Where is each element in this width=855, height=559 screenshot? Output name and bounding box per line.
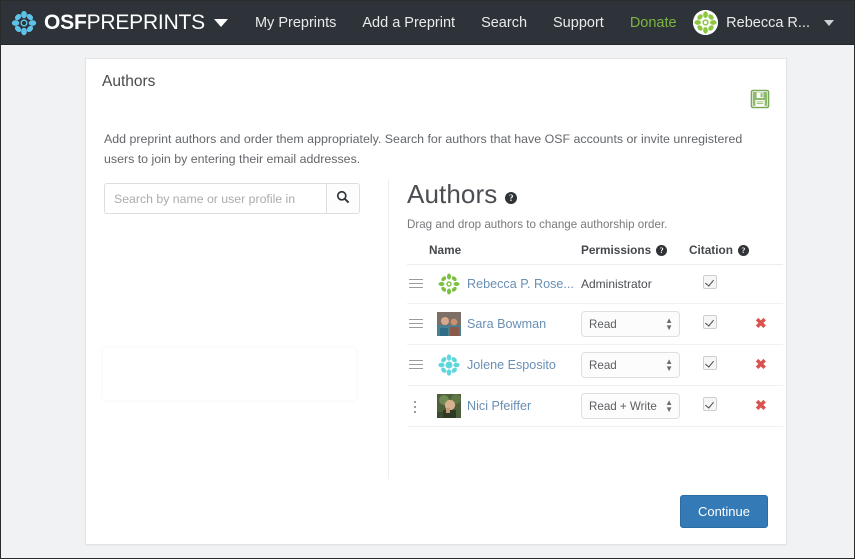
citation-checkbox[interactable]	[703, 274, 717, 289]
column-handle	[407, 243, 429, 265]
authors-list-column: Authors ? Drag and drop authors to chang…	[388, 179, 783, 479]
page-title: Authors	[102, 73, 156, 90]
table-row: Sara Bowman Read ▲ ▼ ✖	[407, 303, 783, 345]
permission-static-value: Administrator	[581, 277, 652, 291]
row-citation-cell	[689, 385, 755, 427]
question-mark-help-icon[interactable]: ?	[656, 244, 668, 256]
brand-home-link[interactable]: OSFPREPRINTS	[11, 10, 205, 36]
brand-strong: OSF	[44, 10, 87, 34]
row-citation-cell	[689, 303, 755, 345]
column-citation-label: Citation	[689, 243, 733, 257]
citation-checkbox[interactable]	[703, 314, 717, 329]
search-input[interactable]	[104, 183, 326, 214]
osf-flower-logo-icon	[11, 10, 37, 36]
caret-down-icon[interactable]	[824, 19, 834, 26]
row-citation-cell	[689, 264, 755, 304]
caret-down-icon[interactable]	[213, 18, 228, 27]
permission-select[interactable]: Read + Write	[581, 393, 680, 419]
photo-avatar	[437, 312, 461, 336]
column-citation: Citation ?	[689, 243, 755, 265]
nav-donate[interactable]: Donate	[617, 9, 690, 37]
remove-x-icon[interactable]: ✖	[755, 356, 767, 372]
author-search-column	[104, 183, 386, 214]
column-remove	[755, 243, 783, 265]
column-permissions-label: Permissions	[581, 243, 652, 257]
drag-handle-dots-icon[interactable]	[409, 400, 423, 413]
nav-add-a-preprint[interactable]: Add a Preprint	[349, 9, 468, 37]
question-mark-help-icon[interactable]: ?	[737, 244, 749, 256]
row-handle-cell[interactable]	[407, 303, 429, 345]
nav-support[interactable]: Support	[540, 9, 617, 37]
save-floppy-disk-icon[interactable]	[750, 89, 770, 109]
top-navbar: OSFPREPRINTS My Preprints Add a Preprint…	[1, 1, 854, 45]
authors-heading: Authors	[407, 179, 498, 209]
search-icon	[336, 190, 350, 207]
row-name-cell: Rebecca P. Rose...	[429, 264, 581, 304]
row-remove-cell: ✖	[755, 385, 783, 427]
row-name-cell: Jolene Esposito	[429, 344, 581, 386]
column-permissions: Permissions ?	[581, 243, 689, 265]
brand-title: OSFPREPRINTS	[44, 11, 205, 35]
remove-x-icon[interactable]: ✖	[755, 315, 767, 331]
nav-my-preprints[interactable]: My Preprints	[242, 9, 349, 37]
row-handle-cell[interactable]	[407, 344, 429, 386]
author-search-group	[104, 183, 360, 214]
row-permission-cell: Read ▲ ▼	[581, 344, 689, 386]
row-citation-cell	[689, 344, 755, 386]
user-avatar-identicon	[693, 10, 719, 35]
column-name: Name	[429, 243, 581, 265]
row-permission-cell: Read + Write ▲ ▼	[581, 385, 689, 427]
drag-drop-hint: Drag and drop authors to change authorsh…	[407, 218, 668, 231]
author-name-link[interactable]: Rebecca P. Rose...	[467, 277, 574, 291]
drag-handle-icon[interactable]	[409, 318, 423, 330]
authors-table-header: Name Permissions ? Citation ?	[407, 243, 783, 265]
continue-button[interactable]: Continue	[679, 495, 768, 528]
citation-checkbox[interactable]	[703, 355, 717, 370]
row-remove-cell	[755, 264, 783, 304]
row-permission-cell: Read ▲ ▼	[581, 303, 689, 345]
photo-avatar	[437, 394, 461, 418]
authors-heading-row: Authors ?	[407, 179, 776, 210]
authors-card: Authors Add preprint authors and order t…	[85, 58, 787, 545]
question-mark-help-icon[interactable]: ?	[505, 191, 518, 204]
search-button[interactable]	[326, 183, 360, 214]
table-row: Jolene Esposito Read ▲ ▼ ✖	[407, 344, 783, 386]
brand-thin: PREPRINTS	[86, 10, 206, 34]
osf-identicon-avatar	[437, 272, 461, 296]
drag-handle-icon[interactable]	[409, 359, 423, 371]
nav-links: My Preprints Add a Preprint Search Suppo…	[242, 9, 690, 37]
row-name-cell: Sara Bowman	[429, 303, 581, 345]
permission-select[interactable]: Read	[581, 352, 680, 378]
table-row: Rebecca P. Rose... Administrator	[407, 264, 783, 304]
remove-x-icon[interactable]: ✖	[755, 397, 767, 413]
user-menu-label: Rebecca R...	[726, 14, 810, 31]
author-drop-zone[interactable]	[102, 347, 357, 401]
nav-search[interactable]: Search	[468, 9, 540, 37]
cyan-identicon-avatar	[437, 353, 461, 377]
intro-text: Add preprint authors and order them appr…	[104, 132, 743, 167]
drag-handle-icon[interactable]	[409, 278, 423, 290]
author-name-link[interactable]: Nici Pfeiffer	[467, 399, 531, 413]
row-handle-cell[interactable]	[407, 264, 429, 304]
page-body: Authors Add preprint authors and order t…	[1, 46, 854, 558]
citation-checkbox[interactable]	[703, 396, 717, 411]
permission-select[interactable]: Read	[581, 311, 680, 337]
row-remove-cell: ✖	[755, 303, 783, 345]
author-name-link[interactable]: Jolene Esposito	[467, 358, 556, 372]
row-permission-cell: Administrator	[581, 264, 689, 304]
row-remove-cell: ✖	[755, 344, 783, 386]
authors-table: Name Permissions ? Citation ? Rebecca P.…	[407, 243, 783, 427]
table-row: Nici Pfeiffer Read + Write ▲ ▼ ✖	[407, 385, 783, 427]
user-menu[interactable]: Rebecca R...	[693, 10, 842, 35]
author-name-link[interactable]: Sara Bowman	[467, 317, 546, 331]
row-handle-cell[interactable]	[407, 385, 429, 427]
row-name-cell: Nici Pfeiffer	[429, 385, 581, 427]
browser-screenshot: OSFPREPRINTS My Preprints Add a Preprint…	[0, 0, 855, 559]
